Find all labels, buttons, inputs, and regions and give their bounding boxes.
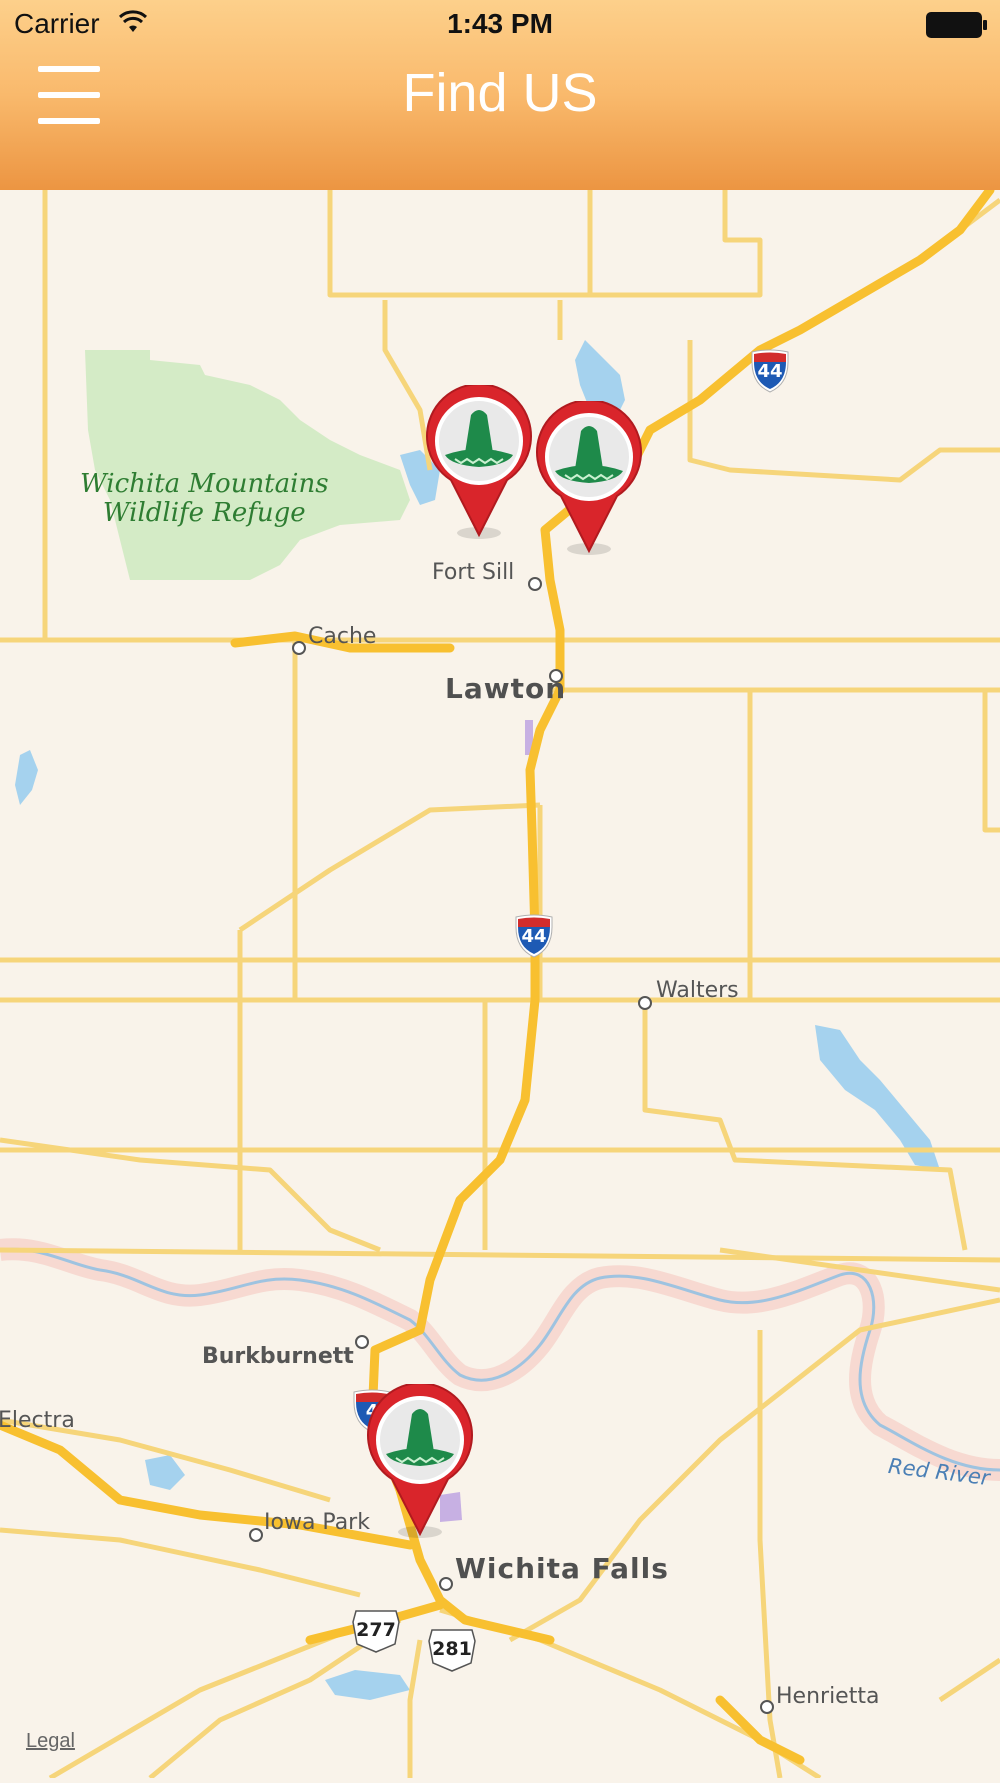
app-header: Carrier 1:43 PM Find US	[0, 0, 1000, 190]
city-label-cache: Cache	[308, 624, 377, 649]
interstate-shield-icon: 44	[748, 348, 792, 399]
restaurant-pin-2[interactable]	[533, 399, 645, 557]
restaurant-pin-1[interactable]	[423, 383, 535, 541]
shield-number: 44	[521, 926, 547, 947]
us-route-shield-icon: 277	[350, 1608, 402, 1659]
wildlife-refuge-label: Wichita Mountains Wildlife Refuge	[80, 470, 329, 528]
city-label-walters: Walters	[656, 978, 739, 1003]
us-route-shield-icon: 281	[426, 1627, 478, 1678]
sombrero-pin-icon	[367, 1382, 473, 1538]
city-label-fort-sill: Fort Sill	[432, 560, 515, 585]
interstate-shield-icon: 44	[512, 913, 556, 964]
city-label-burkburnett: Burkburnett	[202, 1344, 354, 1369]
city-label-wichita-falls: Wichita Falls	[455, 1552, 669, 1585]
map-canvas[interactable]	[0, 0, 1000, 1781]
page-title: Find US	[402, 63, 598, 123]
shield-number: 281	[432, 1638, 472, 1660]
city-label-henrietta: Henrietta	[776, 1684, 880, 1709]
park-label-line2: Wildlife Refuge	[102, 498, 306, 528]
shield-number: 44	[757, 361, 783, 382]
city-label-lawton: Lawton	[445, 672, 567, 705]
sombrero-pin-icon	[536, 399, 642, 555]
park-label-line1: Wichita Mountains	[80, 469, 329, 499]
battery-icon	[926, 12, 988, 43]
shield-number: 277	[356, 1619, 396, 1641]
status-time: 1:43 PM	[447, 8, 553, 39]
legal-link[interactable]: Legal	[26, 1730, 75, 1753]
restaurant-pin-3[interactable]	[364, 1382, 476, 1540]
city-label-electra: Electra	[0, 1408, 75, 1433]
map-view[interactable]: Wichita Mountains Wildlife Refuge Fort S…	[0, 0, 1000, 1781]
status-bar: Carrier 1:43 PM	[0, 0, 1000, 50]
sombrero-pin-icon	[426, 383, 532, 539]
city-label-iowa-park: Iowa Park	[264, 1510, 370, 1535]
